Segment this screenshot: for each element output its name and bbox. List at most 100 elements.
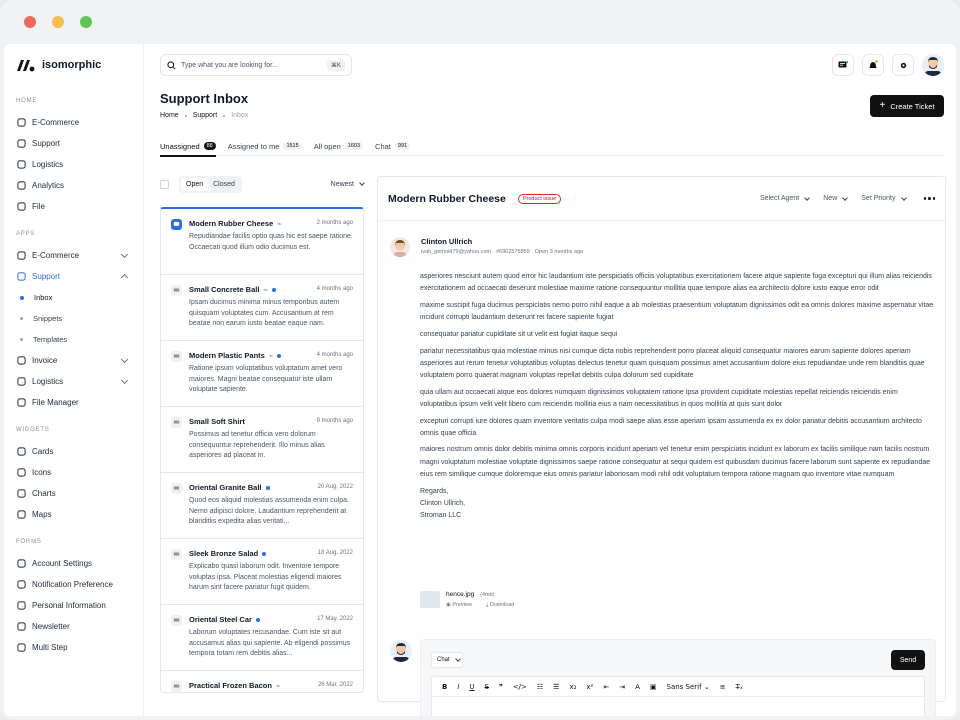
strikethrough-icon[interactable]: S [485, 683, 489, 691]
settings-button[interactable] [892, 54, 914, 76]
indent-icon[interactable]: ⇥ [619, 683, 625, 691]
signoff-line: Regards, [420, 487, 449, 495]
message-list-item[interactable]: Sleek Bronze Salad 18 Aug, 2022 Explicabo … [161, 539, 363, 605]
text-color-icon[interactable]: A [635, 683, 640, 691]
sidebar-item[interactable]: Analytics [16, 175, 143, 196]
breadcrumb-home[interactable]: Home [160, 112, 179, 119]
sort-label: Newest [330, 180, 354, 188]
message-list-item[interactable]: Small Soft Shirt 9 months ago Possimus ad … [161, 407, 363, 473]
reply-avatar-illustration-icon [393, 643, 409, 662]
attachment-thumbnail[interactable] [420, 591, 440, 608]
sidebar-item[interactable]: Maps [16, 504, 143, 525]
tab-label: Chat [375, 141, 391, 151]
sidebar-item[interactable]: Multi Step [16, 637, 143, 658]
sidebar-sections: HOME E-Commerce Support Logistics Analytics F… [16, 98, 143, 658]
reply-channel-select[interactable]: Chat [431, 652, 463, 668]
editor-toolbar: B I U S ❞ </> ☷ ☰ x₂ x² ⇤ ⇥ A ▣ Sans Ser… [432, 677, 924, 697]
sidebar-item-label: File Manager [32, 398, 79, 407]
sender-id: #6902575859 [496, 249, 530, 255]
closed-filter-button[interactable]: Closed [208, 178, 240, 191]
message-preview: Quod eos aliquid molestias assumenda eni… [189, 497, 349, 525]
ticket-header: Modern Rubber Cheese Product issue Selec… [378, 177, 945, 221]
message-list-item[interactable]: Modern Rubber Cheese ⌁ 2 months ago Repudia… [161, 209, 363, 275]
sidebar-item[interactable]: Logistics [16, 371, 143, 392]
subscript-icon[interactable]: x₂ [569, 683, 576, 691]
sidebar-item[interactable]: Logistics [16, 154, 143, 175]
sidebar-item[interactable]: E-Commerce [16, 245, 143, 266]
sidebar-subitem[interactable]: Templates [16, 329, 143, 350]
send-button[interactable]: Send [891, 650, 925, 670]
message-list-item[interactable]: Oriental Granite Ball 20 Aug, 2022 Quod eo… [161, 473, 363, 539]
more-options-icon[interactable] [923, 197, 935, 200]
sidebar-item[interactable]: Support [16, 266, 143, 287]
bold-icon[interactable]: B [442, 683, 447, 691]
open-filter-button[interactable]: Open [181, 177, 209, 191]
tab-item[interactable]: Chat 991 [375, 136, 411, 156]
bullet-list-icon[interactable]: ☰ [553, 683, 559, 691]
preview-link[interactable]: ◉ Preview [446, 602, 472, 609]
message-preview: Laborum voluptates recusandae. Cum iste … [189, 629, 351, 657]
underline-icon[interactable]: U [469, 683, 474, 691]
sidebar-item[interactable]: Support [16, 133, 143, 154]
message-list-item[interactable]: Practical Frozen Bacon⌁26 Mar, 2022Atque… [161, 671, 363, 692]
sidebar-item[interactable]: Newsletter [16, 616, 143, 637]
notifications-button[interactable] [862, 54, 884, 76]
search-input[interactable]: Type what you are looking for... ⌘K [160, 54, 352, 76]
attachment: hence.jpg (4mb) ◉ Preview ⤓ Download [420, 591, 514, 609]
message-type-icon [171, 483, 182, 494]
sort-dropdown[interactable]: Newest [330, 180, 365, 188]
message-list-item[interactable]: Oriental Steel Car 17 May, 2022 Laborum vo… [161, 605, 363, 671]
tab-item[interactable]: All open 1603 [314, 136, 364, 156]
sidebar-item[interactable]: Charts [16, 483, 143, 504]
sidebar-subitem[interactable]: Snippets [16, 308, 143, 329]
download-link[interactable]: ⤓ Download [486, 602, 514, 609]
sidebar: isomorphic HOME E-Commerce Support Logistic… [4, 44, 144, 716]
sidebar-item[interactable]: File Manager [16, 392, 143, 413]
message-date: 4 months ago [316, 286, 353, 292]
messages-button[interactable] [832, 54, 854, 76]
ordered-list-icon[interactable]: ☷ [537, 683, 543, 691]
clear-format-icon[interactable]: T̶ₓ [736, 683, 743, 691]
sidebar-item[interactable]: Notification Preference [16, 574, 143, 595]
sidebar-item[interactable]: Icons [16, 462, 143, 483]
sender-email[interactable]: ivah_gerhold79@yahoo.com [421, 249, 491, 255]
cart-icon [16, 118, 26, 128]
code-icon[interactable]: </> [513, 683, 527, 691]
highlight-icon[interactable]: ▣ [650, 683, 657, 691]
tab-item[interactable]: Assigned to me 1515 [228, 136, 302, 156]
sender-name: Clinton Ullrich [421, 237, 473, 246]
outdent-icon[interactable]: ⇤ [603, 683, 609, 691]
message-title: Practical Frozen Bacon [189, 681, 272, 690]
breadcrumb-support[interactable]: Support [193, 112, 218, 119]
select-all-checkbox[interactable] [160, 179, 169, 189]
create-ticket-button[interactable]: + Create Ticket [870, 95, 944, 117]
sidebar-item[interactable]: File [16, 196, 143, 217]
status-dropdown[interactable]: New [823, 194, 849, 202]
maximize-window-icon[interactable] [80, 16, 92, 28]
sidebar-subitem[interactable]: Inbox [16, 287, 143, 308]
sidebar-item[interactable]: Personal Information [16, 595, 143, 616]
quote-icon[interactable]: ❞ [499, 683, 503, 691]
brand-logo[interactable]: isomorphic [16, 58, 143, 72]
message-list-item[interactable]: Modern Plastic Pants ⌁ 4 months ago Ratione… [161, 341, 363, 407]
sidebar-item[interactable]: Invoice [16, 350, 143, 371]
priority-dropdown[interactable]: Set Priority [861, 194, 907, 202]
header-actions [832, 54, 944, 76]
font-family-select[interactable]: Sans Serif ⌄ [667, 683, 710, 691]
minimize-window-icon[interactable] [52, 16, 64, 28]
user-avatar[interactable] [922, 54, 944, 76]
select-agent-dropdown[interactable]: Select Agent [760, 194, 811, 202]
align-icon[interactable]: ≡ [720, 683, 726, 691]
unread-dot [271, 287, 276, 292]
close-window-icon[interactable] [24, 16, 36, 28]
sidebar-item[interactable]: E-Commerce [16, 112, 143, 133]
message-title: Modern Plastic Pants [189, 351, 265, 360]
italic-icon[interactable]: I [457, 683, 459, 691]
message-list-item[interactable]: Small Concrete Ball ⌁ 4 months ago Ipsam du… [161, 275, 363, 341]
sidebar-item[interactable]: Cards [16, 441, 143, 462]
sidebar-item[interactable]: Account Settings [16, 553, 143, 574]
superscript-icon[interactable]: x² [586, 683, 593, 691]
tab-item[interactable]: Unassigned 88 [160, 136, 216, 157]
unread-dot [277, 353, 282, 358]
